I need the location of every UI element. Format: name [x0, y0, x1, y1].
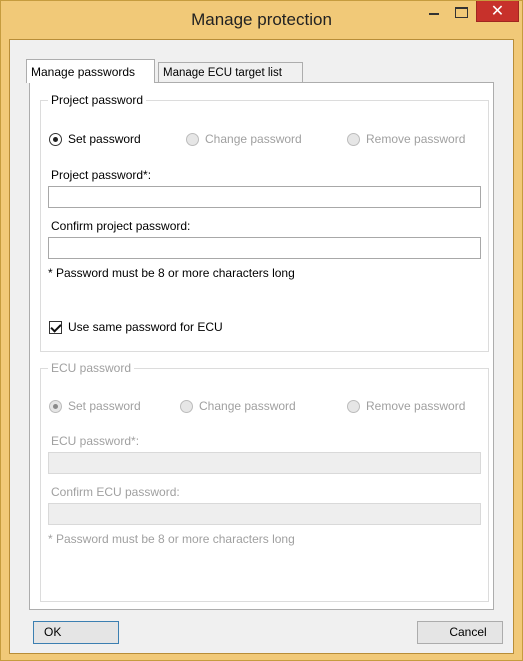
project-password-note: * Password must be 8 or more characters …	[48, 266, 295, 280]
checkbox-checked-icon	[49, 320, 62, 334]
ecu-change-password-label: Change password	[199, 399, 296, 413]
project-remove-password-label: Remove password	[366, 132, 466, 146]
project-set-password-label: Set password	[68, 132, 141, 146]
ecu-password-label: ECU password*:	[51, 434, 140, 448]
ok-button[interactable]: OK	[33, 621, 119, 644]
project-remove-password-radio[interactable]: Remove password	[347, 131, 465, 147]
title-bar[interactable]: Manage protection ✕	[1, 1, 522, 39]
radio-unselected-icon	[347, 399, 360, 413]
maximize-icon	[454, 6, 468, 18]
ecu-remove-password-label: Remove password	[366, 399, 466, 413]
minimize-button[interactable]	[420, 1, 448, 23]
radio-unselected-icon	[347, 132, 360, 146]
confirm-ecu-password-label: Confirm ECU password:	[51, 485, 180, 499]
project-password-field[interactable]	[48, 186, 481, 208]
use-same-password-label: Use same password for ECU	[68, 320, 223, 334]
close-button[interactable]: ✕	[476, 1, 519, 22]
project-set-password-radio[interactable]: Set password	[49, 131, 141, 147]
ecu-remove-password-radio[interactable]: Remove password	[347, 398, 465, 414]
radio-selected-icon	[49, 132, 62, 146]
ecu-change-password-radio[interactable]: Change password	[180, 398, 296, 414]
project-change-password-radio[interactable]: Change password	[186, 131, 302, 147]
cancel-button[interactable]: Cancel	[417, 621, 503, 644]
confirm-ecu-password-field[interactable]	[48, 503, 481, 525]
maximize-button[interactable]	[448, 1, 474, 23]
minimize-icon	[429, 13, 439, 15]
tab-manage-passwords[interactable]: Manage passwords	[26, 59, 155, 83]
close-icon: ✕	[490, 1, 505, 20]
project-password-legend: Project password	[48, 93, 147, 107]
tab-manage-ecu-target-list[interactable]: Manage ECU target list	[158, 62, 303, 83]
ecu-set-password-radio[interactable]: Set password	[49, 398, 141, 414]
project-password-label: Project password*:	[51, 168, 152, 182]
project-change-password-label: Change password	[205, 132, 302, 146]
ecu-set-password-label: Set password	[68, 399, 141, 413]
confirm-project-password-label: Confirm project password:	[51, 219, 191, 233]
ecu-password-legend: ECU password	[48, 361, 135, 375]
confirm-project-password-field[interactable]	[48, 237, 481, 259]
use-same-password-checkbox[interactable]: Use same password for ECU	[49, 320, 223, 334]
ecu-password-field[interactable]	[48, 452, 481, 474]
ecu-password-note: * Password must be 8 or more characters …	[48, 532, 295, 546]
radio-unselected-icon	[180, 399, 193, 413]
radio-selected-icon	[49, 399, 62, 413]
radio-unselected-icon	[186, 132, 199, 146]
